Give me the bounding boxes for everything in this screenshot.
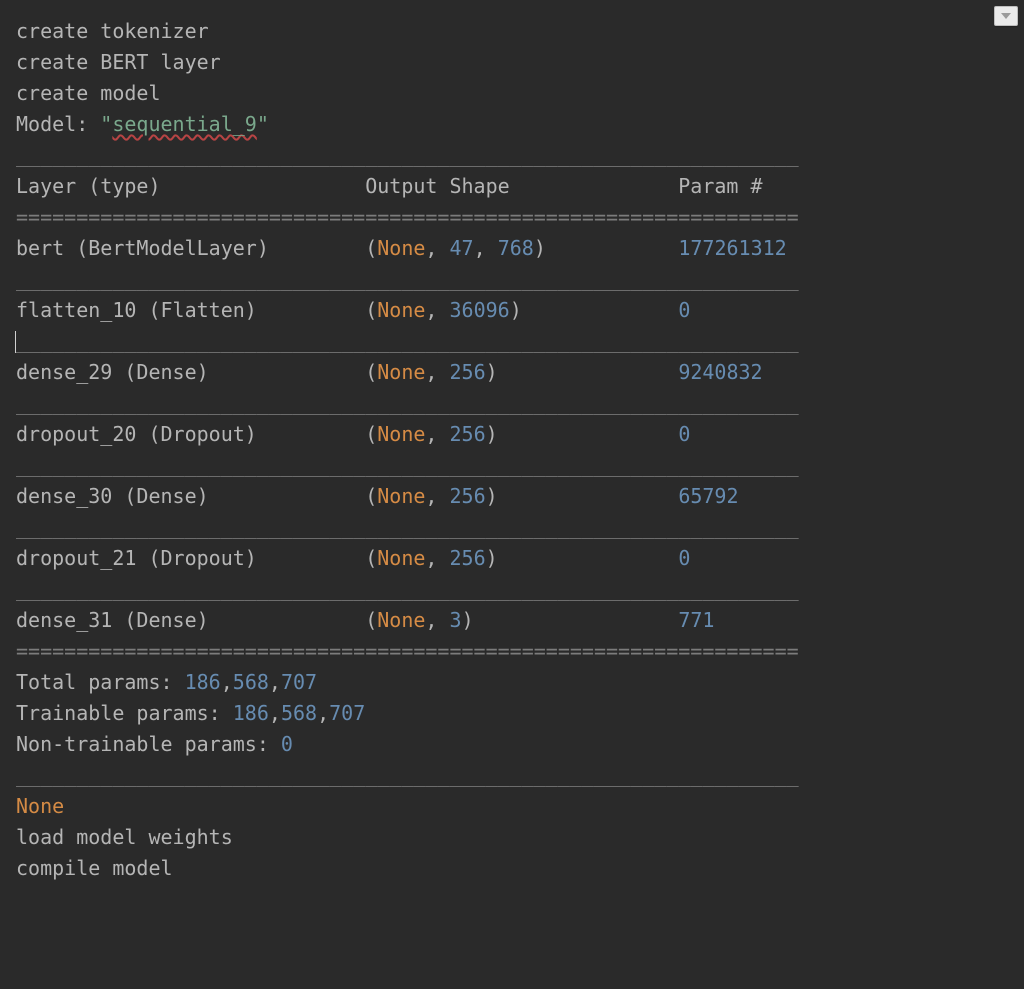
separator-thin: ________________________________________…: [16, 763, 799, 787]
cell-menu-button[interactable]: [994, 6, 1018, 26]
separator-thin: ________________________________________…: [16, 577, 799, 601]
trainable-params: Trainable params: 186,568,707: [16, 701, 365, 725]
log-line: create model: [16, 81, 161, 105]
output-cell: create tokenizer create BERT layer creat…: [0, 0, 1024, 900]
none-literal: None: [16, 794, 64, 818]
separator-thin: ________________________________________…: [16, 515, 799, 539]
log-line: create tokenizer: [16, 19, 209, 43]
table-row: dense_29 (Dense) (None, 256) 9240832: [16, 360, 763, 384]
non-trainable-params: Non-trainable params: 0: [16, 732, 293, 756]
total-params: Total params: 186,568,707: [16, 670, 317, 694]
table-row: dropout_20 (Dropout) (None, 256) 0: [16, 422, 690, 446]
model-label: Model:: [16, 112, 100, 136]
table-row: dropout_21 (Dropout) (None, 256) 0: [16, 546, 690, 570]
log-line: load model weights: [16, 825, 233, 849]
separator-thin: ________________________________________…: [16, 267, 799, 291]
table-header: Layer (type) Output Shape Param #: [16, 174, 763, 198]
separator-thick: ========================================…: [16, 639, 799, 663]
chevron-down-icon: [1001, 13, 1011, 19]
table-row: bert (BertModelLayer) (None, 47, 768) 17…: [16, 236, 787, 260]
separator-thin: ________________________________________…: [16, 453, 799, 477]
log-line: create BERT layer: [16, 50, 221, 74]
table-row: dense_31 (Dense) (None, 3) 771: [16, 608, 714, 632]
table-row: flatten_10 (Flatten) (None, 36096) 0: [16, 298, 690, 322]
log-line: compile model: [16, 856, 173, 880]
separator-thin: ________________________________________…: [16, 143, 799, 167]
separator-thin: ________________________________________…: [16, 329, 799, 353]
separator-thick: ========================================…: [16, 205, 799, 229]
model-name: sequential_9: [112, 112, 257, 136]
table-row: dense_30 (Dense) (None, 256) 65792: [16, 484, 739, 508]
separator-thin: ________________________________________…: [16, 391, 799, 415]
